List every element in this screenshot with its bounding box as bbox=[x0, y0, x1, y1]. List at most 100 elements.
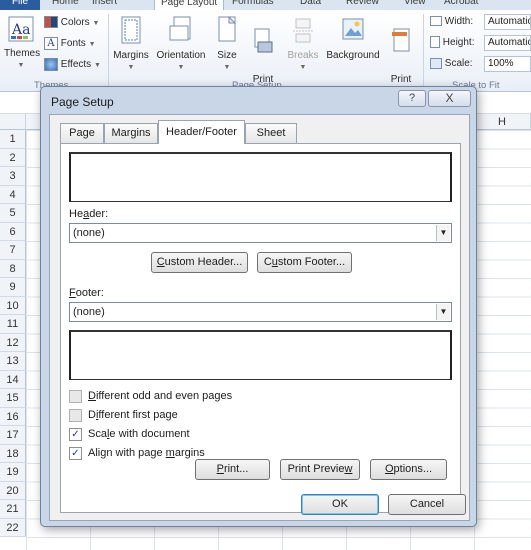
fonts-button[interactable]: A Fonts ▼ bbox=[44, 37, 96, 52]
ok-button[interactable]: OK bbox=[301, 494, 379, 515]
custom-header-button[interactable]: Custom Header... bbox=[151, 252, 248, 273]
tab-file[interactable]: File bbox=[0, 0, 40, 10]
help-button[interactable]: ? bbox=[398, 90, 426, 107]
tab-header-footer[interactable]: Header/Footer bbox=[158, 120, 245, 144]
print-button[interactable]: Print... bbox=[195, 459, 270, 480]
chevron-down-icon[interactable]: ▼ bbox=[436, 304, 450, 320]
checkbox-box[interactable] bbox=[69, 390, 82, 403]
checkbox-box[interactable] bbox=[69, 409, 82, 422]
close-icon: X bbox=[445, 91, 454, 105]
row-header[interactable]: 6 bbox=[0, 222, 26, 241]
column-header-h[interactable]: H bbox=[474, 114, 531, 130]
row-header[interactable]: 9 bbox=[0, 278, 26, 297]
tab-review[interactable]: Review bbox=[346, 0, 379, 10]
width-select[interactable]: Automatic bbox=[484, 14, 531, 30]
scale-icon-label: Scale: bbox=[430, 57, 473, 71]
row-header[interactable]: 7 bbox=[0, 241, 26, 260]
tab-sheet[interactable]: Sheet bbox=[245, 123, 297, 143]
row-header[interactable]: 5 bbox=[0, 204, 26, 223]
height-select[interactable]: Automatic bbox=[484, 35, 531, 51]
dialog-body: Page Margins Header/Footer Sheet Header:… bbox=[49, 114, 470, 521]
check-icon[interactable]: ✓ bbox=[69, 428, 82, 441]
chevron-down-icon: ▼ bbox=[92, 20, 100, 27]
row-header[interactable]: 14 bbox=[0, 370, 26, 389]
select-all-corner[interactable] bbox=[0, 114, 26, 130]
row-header[interactable]: 4 bbox=[0, 185, 26, 204]
close-button[interactable]: X bbox=[428, 90, 471, 107]
margins-button[interactable]: Margins ▼ bbox=[112, 16, 150, 74]
row-header[interactable]: 16 bbox=[0, 407, 26, 426]
header-select[interactable]: (none) ▼ bbox=[69, 223, 452, 243]
row-header[interactable]: 22 bbox=[0, 518, 26, 537]
breaks-label: Breaks bbox=[287, 50, 319, 61]
row-header[interactable]: 8 bbox=[0, 259, 26, 278]
footer-select-value: (none) bbox=[73, 306, 105, 318]
row-header[interactable]: 13 bbox=[0, 352, 26, 371]
footer-label: Footer: bbox=[69, 287, 104, 299]
effects-button[interactable]: Effects ▼ bbox=[44, 58, 101, 73]
background-button[interactable]: Background bbox=[324, 16, 382, 62]
tab-insert[interactable]: Insert bbox=[92, 0, 117, 10]
tab-page[interactable]: Page bbox=[60, 123, 104, 143]
chevron-down-icon: ▼ bbox=[17, 62, 25, 69]
row-header[interactable]: 2 bbox=[0, 148, 26, 167]
themes-label: Themes bbox=[4, 48, 41, 59]
row-header[interactable]: 18 bbox=[0, 444, 26, 463]
row-header[interactable]: 3 bbox=[0, 167, 26, 186]
margins-icon bbox=[112, 16, 150, 48]
row-header[interactable]: 10 bbox=[0, 296, 26, 315]
effects-icon bbox=[44, 58, 58, 71]
breaks-button[interactable]: Breaks ▼ bbox=[286, 16, 320, 74]
fonts-label: Fonts bbox=[60, 38, 86, 50]
themes-button[interactable]: Aa Themes ▼ bbox=[4, 16, 41, 72]
options-button[interactable]: Options... bbox=[370, 459, 447, 480]
footer-select[interactable]: (none) ▼ bbox=[69, 302, 452, 322]
colors-label: Colors bbox=[60, 17, 90, 28]
row-header[interactable]: 11 bbox=[0, 315, 26, 334]
row-header[interactable]: 1 bbox=[0, 130, 26, 149]
margins-label: Margins bbox=[113, 50, 149, 61]
colors-icon bbox=[44, 16, 58, 29]
row-header[interactable]: 20 bbox=[0, 481, 26, 500]
svg-text:Aa: Aa bbox=[11, 22, 30, 38]
themes-icon: Aa bbox=[4, 16, 38, 46]
colors-button[interactable]: Colors ▼ bbox=[44, 16, 99, 31]
tab-formulas[interactable]: Formulas bbox=[232, 0, 274, 10]
different-first-page-checkbox[interactable]: Different first page bbox=[69, 409, 269, 423]
chevron-down-icon: ▼ bbox=[223, 64, 231, 71]
row-header[interactable]: 17 bbox=[0, 426, 26, 445]
cancel-button[interactable]: Cancel bbox=[388, 494, 466, 515]
checkbox-label: Align with page margins bbox=[88, 447, 205, 459]
row-header[interactable]: 19 bbox=[0, 463, 26, 482]
chevron-down-icon[interactable]: ▼ bbox=[436, 225, 450, 241]
tab-acrobat[interactable]: Acrobat bbox=[444, 0, 478, 10]
tab-view[interactable]: View bbox=[404, 0, 426, 10]
tab-page-layout[interactable]: Page Layout bbox=[154, 0, 225, 10]
row-header[interactable]: 15 bbox=[0, 389, 26, 408]
custom-footer-button[interactable]: Custom Footer... bbox=[257, 252, 352, 273]
size-label: Size bbox=[217, 50, 237, 61]
print-preview-button[interactable]: Print Preview bbox=[280, 459, 360, 480]
scale-with-document-checkbox[interactable]: ✓ Scale with document bbox=[69, 428, 269, 442]
header-footer-panel: Header: (none) ▼ Custom Header... Custom… bbox=[60, 143, 461, 513]
orientation-label: Orientation bbox=[156, 50, 206, 61]
background-label: Background bbox=[326, 50, 380, 61]
print-area-icon bbox=[246, 28, 280, 60]
tab-margins[interactable]: Margins bbox=[104, 123, 158, 143]
row-header[interactable]: 21 bbox=[0, 500, 26, 519]
chevron-down-icon: ▼ bbox=[127, 64, 135, 71]
tab-home[interactable]: Home bbox=[52, 0, 79, 10]
different-odd-even-checkbox[interactable]: Different odd and even pages bbox=[69, 390, 269, 404]
breaks-icon bbox=[286, 16, 320, 48]
check-icon[interactable]: ✓ bbox=[69, 447, 82, 460]
size-button[interactable]: Size ▼ bbox=[213, 15, 241, 74]
header-select-value: (none) bbox=[73, 227, 105, 239]
tab-data[interactable]: Data bbox=[300, 0, 321, 10]
scale-input[interactable]: 100% bbox=[484, 56, 531, 72]
height-label: Height: bbox=[442, 37, 475, 48]
orientation-button[interactable]: Orientation ▼ bbox=[153, 16, 209, 74]
orientation-icon bbox=[153, 16, 209, 48]
row-header[interactable]: 12 bbox=[0, 333, 26, 352]
width-icon bbox=[430, 16, 442, 27]
effects-label: Effects bbox=[60, 59, 92, 71]
